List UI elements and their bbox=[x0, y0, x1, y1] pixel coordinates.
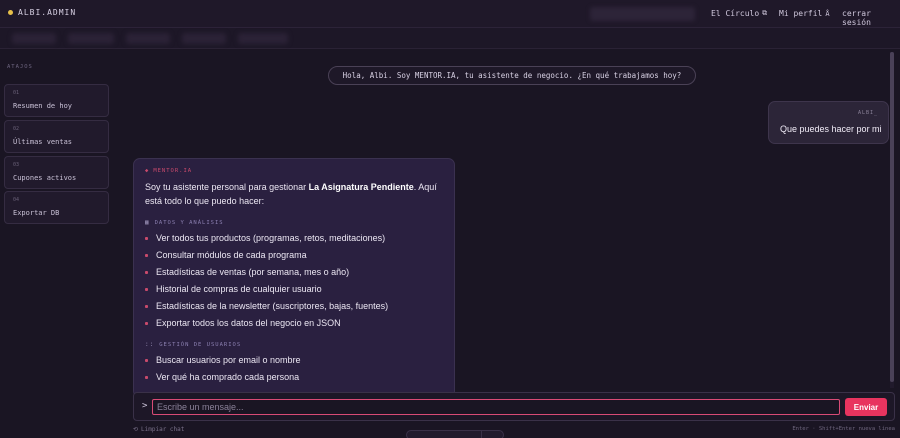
list-item: Historial de compras de cualquier usuari… bbox=[145, 284, 322, 294]
section-heading: :: GESTIÓN DE USUARIOS bbox=[145, 341, 241, 348]
bullet-icon bbox=[145, 358, 148, 362]
user-message-text: Que puedes hacer por mi bbox=[780, 124, 882, 134]
item-label: Últimas ventas bbox=[13, 138, 73, 146]
blurred-tab[interactable] bbox=[68, 33, 114, 44]
section-title: DATOS Y ANÁLISIS bbox=[154, 219, 224, 226]
bullet-icon bbox=[145, 253, 148, 257]
nav-link-el-circulo[interactable]: El Círculo ⧉ bbox=[711, 9, 767, 18]
sidebar-item-resumen[interactable]: 01 Resumen de hoy bbox=[4, 84, 109, 117]
sidebar-item-exportar[interactable]: 04 Exportar DB bbox=[4, 191, 109, 224]
clear-chat-label: Limpiar chat bbox=[141, 426, 185, 433]
list-item: Estadísticas de ventas (por semana, mes … bbox=[145, 267, 349, 277]
item-number: 01 bbox=[13, 90, 20, 96]
brand-label: ALBI.ADMIN bbox=[18, 8, 77, 17]
list-item-text: Historial de compras de cualquier usuari… bbox=[156, 284, 322, 294]
brand-dot-icon bbox=[8, 10, 13, 15]
blurred-tab[interactable] bbox=[126, 33, 170, 44]
list-item: Consultar módulos de cada programa bbox=[145, 250, 307, 260]
intro-bold: La Asignatura Pendiente bbox=[308, 182, 414, 192]
item-label: Cupones activos bbox=[13, 174, 77, 182]
divider bbox=[481, 431, 482, 438]
bullet-icon bbox=[145, 321, 148, 325]
list-item: Estadísticas de la newsletter (suscripto… bbox=[145, 301, 388, 311]
secondary-toolbar bbox=[0, 28, 900, 49]
list-item-text: Exportar todos los datos del negocio en … bbox=[156, 318, 341, 328]
list-item: Ver todos tus productos (programas, reto… bbox=[145, 233, 385, 243]
section-title: GESTIÓN DE USUARIOS bbox=[159, 341, 242, 348]
users-icon: :: bbox=[145, 341, 155, 348]
clear-chat-button[interactable]: ⟲ Limpiar chat bbox=[133, 426, 184, 433]
keyboard-hint: Enter · Shift+Enter nueva línea bbox=[792, 426, 895, 432]
list-item: Exportar todos los datos del negocio en … bbox=[145, 318, 341, 328]
bullet-icon bbox=[145, 304, 148, 308]
list-item: Buscar usuarios por email o nombre bbox=[145, 355, 301, 365]
nav-link-cerrar-sesion[interactable]: cerrar sesión bbox=[842, 9, 900, 27]
prompt-symbol: > bbox=[142, 401, 148, 411]
item-label: Exportar DB bbox=[13, 209, 60, 217]
message-input[interactable] bbox=[152, 399, 840, 415]
assistant-intro: Soy tu asistente personal para gestionar… bbox=[145, 180, 445, 208]
nav-link-mi-perfil[interactable]: Mi perfil Å bbox=[779, 9, 830, 18]
partial-bottom-control[interactable] bbox=[406, 430, 504, 438]
item-number: 02 bbox=[13, 126, 20, 132]
list-item: Ver qué ha comprado cada persona bbox=[145, 372, 299, 382]
bullet-icon bbox=[145, 270, 148, 274]
item-number: 03 bbox=[13, 162, 20, 168]
nav-label: El Círculo bbox=[711, 9, 760, 18]
sidebar-item-ventas[interactable]: 02 Últimas ventas bbox=[4, 120, 109, 153]
sidebar-title: ATAJOS bbox=[7, 64, 33, 70]
assistant-message: ◆ MENTOR.IA Soy tu asistente personal pa… bbox=[133, 158, 455, 398]
chart-icon: ▦ bbox=[145, 219, 150, 226]
refresh-icon: ⟲ bbox=[133, 426, 139, 433]
message-composer: > Enviar bbox=[133, 392, 895, 421]
item-number: 04 bbox=[13, 197, 20, 203]
blurred-tab[interactable] bbox=[238, 33, 288, 44]
blurred-tab[interactable] bbox=[182, 33, 226, 44]
assistant-message-author: ◆ MENTOR.IA bbox=[145, 168, 192, 174]
nav-label: cerrar sesión bbox=[842, 9, 871, 27]
user-message-author: ALBI_ bbox=[857, 110, 878, 116]
item-label: Resumen de hoy bbox=[13, 102, 73, 110]
nav-label: Mi perfil bbox=[779, 9, 823, 18]
sidebar-item-cupones[interactable]: 03 Cupones activos bbox=[4, 156, 109, 189]
brand[interactable]: ALBI.ADMIN bbox=[8, 8, 76, 17]
top-bar: ALBI.ADMIN El Círculo ⧉ Mi perfil Å cerr… bbox=[0, 0, 900, 28]
blurred-tab[interactable] bbox=[12, 33, 56, 44]
user-icon: Å bbox=[825, 9, 830, 18]
user-message: ALBI_ Que puedes hacer por mi bbox=[768, 101, 889, 144]
external-link-icon: ⧉ bbox=[762, 9, 768, 17]
list-item-text: Estadísticas de ventas (por semana, mes … bbox=[156, 267, 350, 277]
bullet-icon bbox=[145, 287, 148, 291]
list-item-text: Buscar usuarios por email o nombre bbox=[156, 355, 301, 365]
section-heading: ▦ DATOS Y ANÁLISIS bbox=[145, 219, 224, 226]
list-item-text: Estadísticas de la newsletter (suscripto… bbox=[156, 301, 389, 311]
list-item-text: Ver qué ha comprado cada persona bbox=[156, 372, 300, 382]
bullet-icon bbox=[145, 236, 148, 240]
bullet-icon bbox=[145, 375, 148, 379]
assistant-name: MENTOR.IA bbox=[153, 168, 193, 174]
intro-text: Soy tu asistente personal para gestionar bbox=[145, 182, 309, 192]
send-button[interactable]: Enviar bbox=[845, 398, 887, 416]
list-item-text: Ver todos tus productos (programas, reto… bbox=[156, 233, 386, 243]
blurred-top-element bbox=[590, 7, 695, 21]
chat-scrollbar-thumb[interactable] bbox=[890, 52, 894, 382]
list-item-text: Consultar módulos de cada programa bbox=[156, 250, 307, 260]
assistant-dot-icon: ◆ bbox=[145, 168, 150, 174]
greeting-message: Hola, Albi. Soy MENTOR.IA, tu asistente … bbox=[328, 66, 696, 85]
